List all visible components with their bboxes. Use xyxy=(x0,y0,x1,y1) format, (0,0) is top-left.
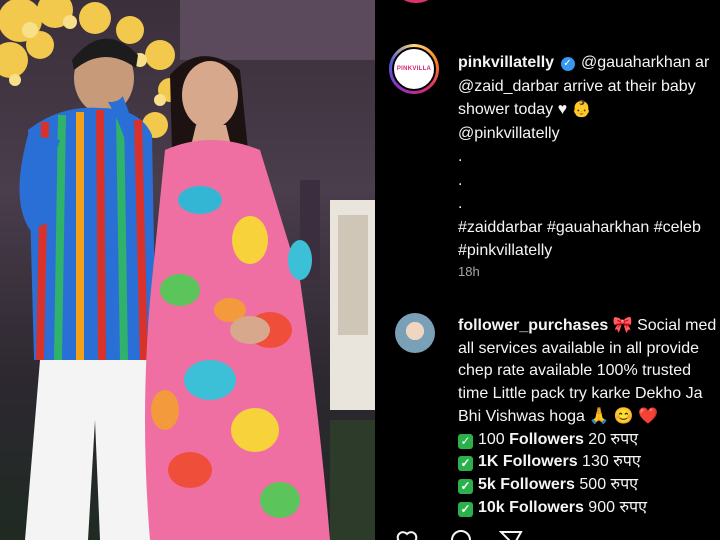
comment-line: Bhi Vishwas hoga 🙏 😊 ❤️ xyxy=(458,407,658,425)
check-icon: ✓ xyxy=(458,433,473,449)
previous-post-header xyxy=(375,0,720,8)
post-username[interactable]: pinkvillatelly xyxy=(458,54,554,71)
comment-icon[interactable] xyxy=(449,528,473,540)
check-icon: ✓ xyxy=(458,501,473,517)
avatar-image: PINKVILLA xyxy=(392,47,436,91)
share-icon[interactable] xyxy=(499,528,523,540)
heart-icon[interactable] xyxy=(395,528,419,540)
bow-emoji: 🎀 xyxy=(612,317,633,334)
comment-line: Social med xyxy=(637,317,717,334)
photo-illustration xyxy=(0,0,375,540)
post-caption: pinkvillatelly ✓ @gauaharkhan ar @zaid_d… xyxy=(458,51,720,263)
pinkvilla-logo: PINKVILLA xyxy=(396,66,432,72)
offer-row: ✓ 1K Followers 130 रुपए xyxy=(458,451,716,474)
commenter-avatar[interactable] xyxy=(395,313,435,353)
verified-icon: ✓ xyxy=(560,57,575,71)
comment-line: chep rate available 100% trusted xyxy=(458,362,692,380)
offer-row: ✓ 10k Followers 900 रुपए xyxy=(458,497,716,520)
post-timestamp[interactable]: 18h xyxy=(458,264,480,279)
previous-avatar[interactable] xyxy=(393,0,439,3)
caption-hashtags[interactable]: #zaiddarbar #gauaharkhan #celeb xyxy=(458,216,720,240)
action-bar xyxy=(375,522,720,540)
comment-line: all services available in all provide xyxy=(458,339,700,357)
offer-row: ✓ 5k Followers 500 रुपए xyxy=(458,474,716,497)
caption-dot: . xyxy=(458,195,463,212)
caption-hashtags[interactable]: #pinkvillatelly xyxy=(458,239,720,263)
story-ring: PINKVILLA xyxy=(389,44,439,94)
caption-line[interactable]: @gauaharkhan ar xyxy=(581,54,709,71)
caption-dot: . xyxy=(458,171,463,189)
caption-dot: . xyxy=(458,148,463,165)
caption-line: shower today ♥ 👶 xyxy=(458,101,592,118)
check-icon: ✓ xyxy=(458,478,473,494)
post-sidebar: PINKVILLA pinkvillatelly ✓ @gauaharkhan … xyxy=(375,0,720,540)
caption-line[interactable]: @zaid_darbar arrive at their baby xyxy=(458,75,720,99)
check-icon: ✓ xyxy=(458,456,473,472)
comment-body: follower_purchases 🎀 Social med all serv… xyxy=(458,315,716,519)
comment-username[interactable]: follower_purchases xyxy=(458,317,608,334)
comment-line: time Little pack try karke Dekho Ja xyxy=(458,385,703,403)
caption-mention[interactable]: @pinkvillatelly xyxy=(458,122,720,146)
offer-row: ✓ 100 Followers 20 रुपए xyxy=(458,429,716,452)
post-photo[interactable] xyxy=(0,0,375,540)
